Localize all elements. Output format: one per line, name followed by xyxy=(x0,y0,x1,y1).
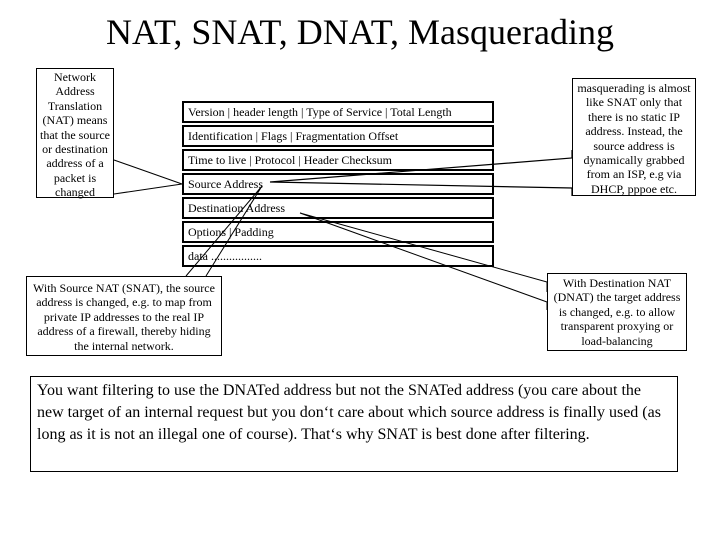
dnat-callout: With Destination NAT (DNAT) the target a… xyxy=(547,273,687,351)
nat-definition-callout: Network Address Translation (NAT) means … xyxy=(36,68,114,200)
summary-box: You want filtering to use the DNATed add… xyxy=(30,376,678,472)
slide-title: NAT, SNAT, DNAT, Masquerading xyxy=(106,12,614,52)
masquerading-callout: masquerading is almost like SNAT only th… xyxy=(572,78,696,196)
summary-text: You want filtering to use the DNATed add… xyxy=(37,382,661,443)
snat-callout: With Source NAT (SNAT), the source addre… xyxy=(26,276,222,356)
nat-pointer xyxy=(113,159,183,195)
header-row-text: Version | header length | Type of Servic… xyxy=(188,105,452,119)
dnat-text: With Destination NAT (DNAT) the target a… xyxy=(553,276,681,348)
header-row-text: Source Address xyxy=(188,177,263,191)
header-row-destination-address: Destination Address xyxy=(182,197,494,219)
header-row-source-address: Source Address xyxy=(182,173,494,195)
nat-definition-text: Network Address Translation (NAT) means … xyxy=(40,70,110,200)
header-row-ttl: Time to live | Protocol | Header Checksu… xyxy=(182,149,494,171)
header-row-text: Identification | Flags | Fragmentation O… xyxy=(188,129,399,143)
header-row-text: Destination Address xyxy=(188,201,285,215)
header-row-text: data ................. xyxy=(188,249,262,263)
masquerading-text: masquerading is almost like SNAT only th… xyxy=(577,81,691,196)
header-row-options: Options | Padding xyxy=(182,221,494,243)
header-row-data: data ................. xyxy=(182,245,494,267)
header-row-text: Options | Padding xyxy=(188,225,274,239)
header-row-text: Time to live | Protocol | Header Checksu… xyxy=(188,153,392,167)
header-row-identification: Identification | Flags | Fragmentation O… xyxy=(182,125,494,147)
header-row-version: Version | header length | Type of Servic… xyxy=(182,101,494,123)
snat-text: With Source NAT (SNAT), the source addre… xyxy=(33,281,215,353)
